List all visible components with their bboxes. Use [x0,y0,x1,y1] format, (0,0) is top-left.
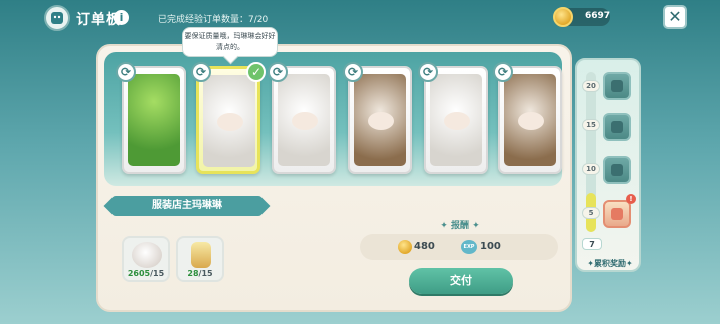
notification-badge: ! [626,194,636,204]
shop-name-banner: 服装店主玛琳琳 [112,196,262,216]
item-count: 28/15 [178,269,222,278]
bottle-icon [191,242,211,268]
order-card[interactable] [498,66,562,174]
level-marker: 20 [582,80,600,92]
item-have: 28 [187,269,199,278]
refresh-icon[interactable]: ⟳ [343,62,363,82]
doll-face [444,112,470,130]
doll-face [217,113,243,131]
refresh-icon[interactable]: ⟳ [268,62,288,82]
reward-title: ✦ 报酬 ✦ [440,221,480,231]
order-card[interactable] [348,66,412,174]
order-card-selected[interactable] [196,66,260,174]
level-marker: 15 [582,119,600,131]
current-level: 7 [582,238,602,250]
doll-face [292,112,318,130]
gift-icon-active[interactable] [603,200,631,228]
order-board-logo-icon [44,5,70,31]
doll-face [518,112,544,130]
accumulate-label: ✦累积奖励✦ [587,259,633,268]
item-have: 2605 [127,269,151,278]
order-card[interactable] [272,66,336,174]
close-button[interactable]: ✕ [663,5,687,29]
cotton-icon [132,242,162,268]
refresh-icon[interactable]: ⟳ [418,62,438,82]
refresh-icon[interactable]: ⟳ [191,62,211,82]
coin-counter: 6697 [553,7,611,27]
item-count: 2605/15 [124,269,168,278]
green-plant-doll-image [128,74,180,166]
info-icon[interactable]: i [114,10,129,25]
reward-title-text: 报酬 [450,221,469,231]
required-item[interactable]: 28/15 [176,236,224,282]
refresh-icon[interactable]: ⟳ [493,62,513,82]
doll-face [368,112,394,130]
item-need: /15 [150,269,165,278]
check-icon: ✓ [246,62,266,82]
top-bar: 订单板 i 已完成经验订单数量：7/20 6697 ✕ [0,0,720,36]
reward-box [360,234,558,260]
coin-icon [398,240,412,254]
item-need: /15 [198,269,213,278]
exp-icon: EXP [461,240,477,254]
accumulate-label-text: 累积奖励 [594,259,626,268]
gift-icon[interactable] [603,156,631,184]
gift-icon[interactable] [603,113,631,141]
reward-coins: 480 [414,241,435,252]
progress-value: 7/20 [248,15,269,25]
order-progress: 已完成经验订单数量：7/20 [158,12,268,25]
required-item[interactable]: 2605/15 [122,236,170,282]
coin-amount: 6697 [585,11,611,21]
refresh-icon[interactable]: ⟳ [116,62,136,82]
speech-bubble: 要保证质量哦，玛琳琳会好好清点的。 [182,27,278,57]
progress-label: 已完成经验订单数量： [158,15,249,25]
reward-exp: 100 [480,241,501,252]
coin-icon [553,7,573,27]
order-card[interactable] [424,66,488,174]
level-marker: 5 [582,207,600,219]
gift-icon[interactable] [603,72,631,100]
order-card[interactable] [122,66,186,174]
deliver-button[interactable]: 交付 [409,268,513,294]
level-marker: 10 [582,163,600,175]
